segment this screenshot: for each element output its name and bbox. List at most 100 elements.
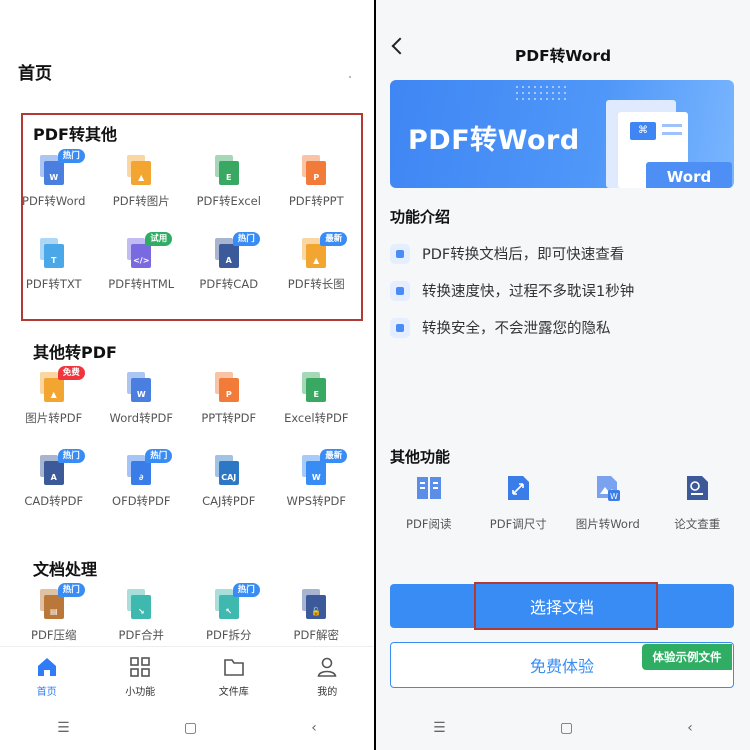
shield-icon xyxy=(390,317,410,338)
other-item-label: 论文查重 xyxy=(674,517,721,531)
doc-glyph: W xyxy=(49,173,59,182)
tool-label: PDF转长图 xyxy=(287,277,345,291)
doc-glyph: CAJ xyxy=(221,473,237,482)
tool-item[interactable]: W 最新 WPS转PDF xyxy=(273,449,361,532)
other-item-resize[interactable]: PDF调尺寸 xyxy=(475,474,561,532)
search-doc-icon xyxy=(390,243,410,264)
tool-item[interactable]: W 热门 PDF转Word xyxy=(10,149,98,232)
other-item-label: PDF阅读 xyxy=(406,517,452,531)
tool-item[interactable]: E Excel转PDF xyxy=(273,366,361,449)
doc-shape: </> xyxy=(131,244,152,268)
doc-glyph: ▤ xyxy=(49,607,58,616)
other-item-paper-check[interactable]: 论文查重 xyxy=(654,474,740,532)
feature-banner: PDF转Word ⌘ Word xyxy=(390,80,734,188)
badge: 最新 xyxy=(320,449,348,463)
doc-shape: ↘ xyxy=(131,595,152,619)
tool-item[interactable]: ▲ PDF转图片 xyxy=(98,149,186,232)
pdf-merge-icon: ↘ xyxy=(127,589,155,619)
tool-label: WPS转PDF xyxy=(286,494,346,508)
tool-item[interactable]: ▲ 最新 PDF转长图 xyxy=(273,232,361,315)
tool-item[interactable]: </> 试用 PDF转HTML xyxy=(98,232,186,315)
other-item-image-to-word[interactable]: W 图片转Word xyxy=(565,474,651,532)
user-icon xyxy=(317,657,337,677)
feature-text: 转换安全，不会泄露您的隐私 xyxy=(422,321,611,337)
nav-item-home[interactable]: 首页 xyxy=(0,647,94,706)
badge: 热门 xyxy=(145,449,173,463)
tool-item[interactable]: A 热门 CAD转PDF xyxy=(10,449,98,532)
pdf-to-word-icon: W 热门 xyxy=(39,149,85,185)
doc-glyph: A xyxy=(225,256,232,265)
other-title: 其他功能 xyxy=(390,448,451,466)
doc-shape: E xyxy=(306,378,327,402)
doc-shape: ▤ xyxy=(43,595,64,619)
speed-icon xyxy=(390,280,410,301)
caj-to-pdf-icon: CAJ xyxy=(214,455,243,485)
sample-file-tag[interactable]: 体验示例文件 xyxy=(642,644,732,670)
doc-glyph: ▲ xyxy=(138,173,145,182)
doc-shape: ▲ xyxy=(306,244,327,268)
other-features: PDF阅读 PDF调尺寸 W 图片转Word 论文查重 xyxy=(376,474,750,532)
tool-label: PDF拆分 xyxy=(206,628,252,642)
page-title: 首页 xyxy=(18,64,52,84)
menu-icon[interactable]: ☰ xyxy=(57,720,70,736)
other-item-pdf-read[interactable]: PDF阅读 xyxy=(386,474,472,532)
doc-shape: ∂ xyxy=(131,461,152,485)
doc-glyph: A xyxy=(50,473,57,482)
doc-shape: ↖ xyxy=(218,595,239,619)
tool-grid-pdf-to-other: W 热门 PDF转Word ▲ PDF转图片 E PDF转Excel P PDF转PPT T PDF… xyxy=(10,149,360,315)
nav-item-profile[interactable]: 我的 xyxy=(281,647,375,706)
doc-shape: T xyxy=(43,244,64,268)
tool-item[interactable]: E PDF转Excel xyxy=(185,149,273,232)
tool-item[interactable]: P PDF转PPT xyxy=(273,149,361,232)
doc-shape: W xyxy=(306,461,327,485)
doc-glyph: </> xyxy=(133,256,150,265)
image-to-pdf-icon: ▲ 免费 xyxy=(39,366,85,402)
home-square-icon[interactable]: ▢ xyxy=(560,720,573,736)
section-title-doc-processing: 文档处理 xyxy=(33,560,98,579)
doc-glyph: P xyxy=(225,390,232,399)
menu-icon[interactable]: ☰ xyxy=(433,720,446,736)
tool-item[interactable]: P PPT转PDF xyxy=(185,366,273,449)
badge: 最新 xyxy=(320,232,348,246)
home-square-icon[interactable]: ▢ xyxy=(184,720,197,736)
doc-glyph: ∂ xyxy=(139,473,144,482)
section-title-other-to-pdf: 其他转PDF xyxy=(33,343,117,362)
resize-icon xyxy=(508,476,530,500)
feature-text: PDF转换文档后，即可快速查看 xyxy=(422,247,625,263)
bottom-nav: 首页 小功能 文件库 我的 xyxy=(0,646,374,706)
tool-item[interactable]: W Word转PDF xyxy=(98,366,186,449)
cad-to-pdf-icon: A 热门 xyxy=(39,449,85,485)
book-icon xyxy=(416,477,441,499)
pdf-to-image-icon: ▲ xyxy=(127,155,155,185)
tool-label: CAD转PDF xyxy=(24,494,84,508)
doc-shape: P xyxy=(306,161,327,185)
doc-shape: A xyxy=(218,244,239,268)
tool-label: CAJ转PDF xyxy=(202,494,256,508)
tool-item[interactable]: T PDF转TXT xyxy=(10,232,98,315)
select-document-button[interactable]: 选择文档 xyxy=(390,584,734,628)
tool-label: PPT转PDF xyxy=(201,411,257,425)
excel-to-pdf-icon: E xyxy=(302,372,330,402)
doc-glyph: W xyxy=(136,390,146,399)
tool-item[interactable]: ∂ 热门 OFD转PDF xyxy=(98,449,186,532)
back-chevron-icon[interactable]: ‹ xyxy=(687,720,693,736)
grid-icon xyxy=(130,657,151,677)
doc-glyph: W xyxy=(311,473,321,482)
doc-glyph: ▲ xyxy=(50,390,57,399)
badge: 热门 xyxy=(57,583,85,597)
badge: 热门 xyxy=(57,149,85,163)
tool-item[interactable]: A 热门 PDF转CAD xyxy=(185,232,273,315)
pdf-split-icon: ↖ 热门 xyxy=(214,583,260,619)
nav-item-files[interactable]: 文件库 xyxy=(187,647,281,706)
back-chevron-icon[interactable]: ‹ xyxy=(311,720,317,736)
nav-label: 我的 xyxy=(317,687,338,698)
nav-item-tools[interactable]: 小功能 xyxy=(94,647,188,706)
doc-shape: 🔓 xyxy=(306,595,327,619)
system-nav-bar: ☰ ▢ ‹ xyxy=(0,706,374,750)
tool-item[interactable]: ▲ 免费 图片转PDF xyxy=(10,366,98,449)
tool-item[interactable]: CAJ CAJ转PDF xyxy=(185,449,273,532)
other-item-label: PDF调尺寸 xyxy=(489,517,547,531)
pdf-to-txt-icon: T xyxy=(39,238,68,268)
intro-title: 功能介绍 xyxy=(390,208,451,226)
pdf-to-html-icon: </> 试用 xyxy=(127,232,173,268)
